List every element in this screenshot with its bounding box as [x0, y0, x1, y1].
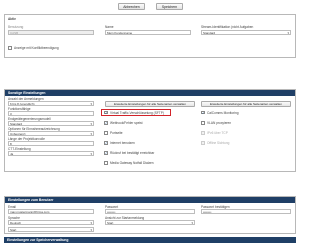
- internet-checkbox[interactable]: ✓: [104, 141, 108, 145]
- internet-label: Internet benutzen: [110, 141, 135, 145]
- row1-mid: Name: [105, 25, 114, 29]
- user-panel: Einstellungen zum Benutzer Email max.mus…: [4, 196, 296, 234]
- user-title: Einstellungen zum Benutzer: [5, 197, 295, 203]
- ctt-select[interactable]: Ja: [8, 151, 94, 156]
- vlan-label: VLAN proxyieren: [207, 121, 232, 125]
- stream-select[interactable]: Standard: [201, 30, 291, 35]
- return-label: Rückruf bei bestätigt erreichbar: [110, 151, 155, 155]
- protocol-select[interactable]: Standard: [8, 121, 94, 126]
- row1-right: Stream-Identifikation (nicht Aufgaben: [201, 25, 254, 29]
- webhook-checkbox[interactable]: ✓: [104, 121, 108, 125]
- language-select[interactable]: Deutsch: [8, 220, 94, 225]
- extra-select[interactable]: Start: [8, 227, 94, 232]
- password-confirm-field[interactable]: ••••••••: [201, 209, 291, 214]
- apply-all-button-2[interactable]: Erweiterte Einstellungen für alle Seiten…: [201, 101, 291, 107]
- general-heading: Aktiv: [8, 17, 16, 21]
- options-select[interactable]: Unbegrenzt: [8, 131, 94, 136]
- functions-field[interactable]: 3: [8, 111, 94, 116]
- ports-checkbox[interactable]: [104, 131, 108, 135]
- storage-panel: Einstellungen zur Speicherverwaltung: [4, 237, 296, 243]
- monitor-label: CalComms Monitoring: [207, 110, 239, 115]
- conflict-checkbox-label: Anzeige mit Konfliktbeendigung: [14, 46, 59, 50]
- settings-panel: Sonstige Einstellungen Anzahl der Anmeld…: [4, 89, 296, 172]
- ports-label: Portseite: [110, 131, 123, 135]
- monitor-checkbox[interactable]: ✓: [201, 110, 205, 115]
- apply-all-button[interactable]: Erweiterte Einstellungen für alle Seiten…: [105, 101, 195, 107]
- tcp-label: IPv6 über TCP: [207, 131, 228, 135]
- storage-title[interactable]: Einstellungen zur Speicherverwaltung: [4, 237, 296, 243]
- vlan-checkbox[interactable]: [201, 121, 205, 125]
- length-field[interactable]: 8: [8, 141, 94, 146]
- page-select[interactable]: Start: [105, 220, 195, 225]
- return-checkbox[interactable]: ✓: [104, 151, 108, 155]
- conflict-checkbox[interactable]: [8, 46, 12, 50]
- email-field[interactable]: max.mustermann@firma.com: [8, 209, 94, 214]
- tcp-checkbox[interactable]: [201, 131, 205, 135]
- general-panel: Aktiv Benutzung Name Stream-Identifikati…: [4, 14, 296, 58]
- name-field[interactable]: Mein Kundenname: [105, 30, 191, 35]
- password-field[interactable]: ••••••••: [105, 209, 195, 214]
- save-button[interactable]: Speichern: [156, 3, 183, 10]
- casb-field: CASB: [8, 30, 94, 35]
- gateway-label: Media Gateway Notfall Dialzen: [110, 161, 154, 165]
- offline-checkbox[interactable]: [201, 141, 205, 145]
- count-select[interactable]: 6 bis 8 (unendlich): [8, 101, 94, 106]
- settings-title: Sonstige Einstellungen: [5, 90, 295, 96]
- sftp-label: Virtual Traffic-Verschlüsselung (SFTP): [110, 110, 164, 115]
- gateway-checkbox[interactable]: [104, 161, 108, 165]
- offline-label: Offline Sichtung: [207, 141, 230, 145]
- webhook-label: Webhook/Fehler speist: [110, 121, 143, 125]
- row1-left: Benutzung: [8, 25, 24, 29]
- cancel-button[interactable]: Abbrechen: [118, 3, 145, 10]
- sftp-checkbox[interactable]: ✓: [104, 110, 108, 115]
